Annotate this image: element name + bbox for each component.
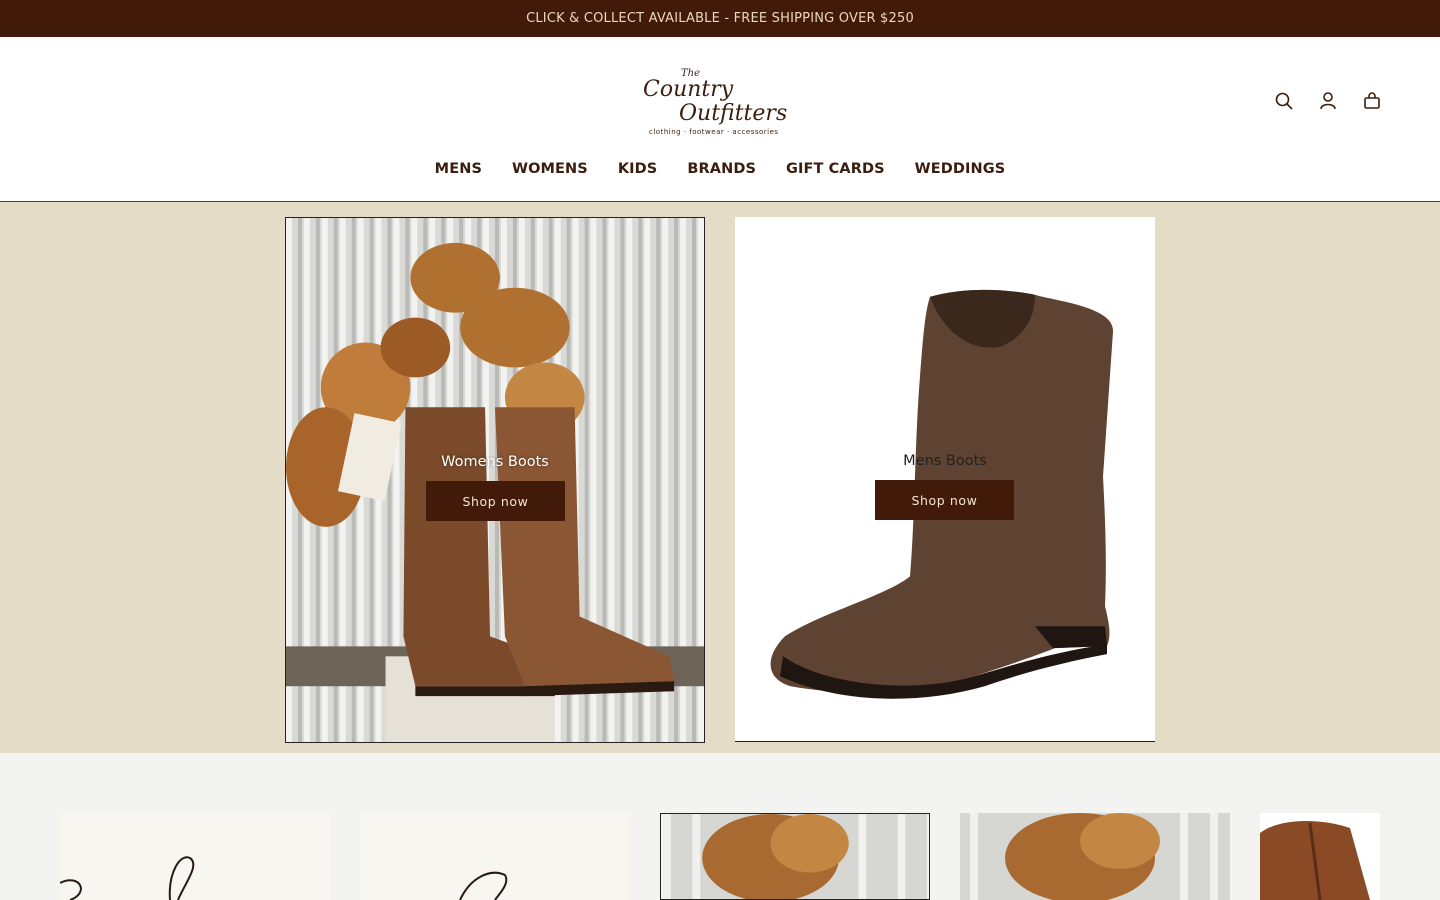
announcement-bar: CLICK & COLLECT AVAILABLE - FREE SHIPPIN… <box>0 0 1440 37</box>
product-image <box>663 814 927 899</box>
mens-shop-now-button[interactable]: Shop now <box>875 480 1014 520</box>
header-icons <box>1274 91 1382 111</box>
logo-line2: Outfitters <box>679 101 787 126</box>
site-header: The Country Outfitters clothing · footwe… <box>0 37 1440 202</box>
account-icon[interactable] <box>1318 91 1338 111</box>
logo-line1: Country <box>643 77 734 102</box>
product-thumb[interactable] <box>660 813 930 900</box>
product-strip <box>60 813 1440 900</box>
womens-boots-card[interactable]: Womens Boots Shop now <box>285 217 705 743</box>
mens-boots-image <box>735 217 1155 741</box>
nav-brands[interactable]: BRANDS <box>687 161 756 177</box>
nav-kids[interactable]: KIDS <box>618 161 658 177</box>
product-thumb[interactable] <box>60 813 330 900</box>
hero-section: Womens Boots Shop now Mens Boots Shop no… <box>0 202 1440 753</box>
announcement-text: CLICK & COLLECT AVAILABLE - FREE SHIPPIN… <box>526 11 914 26</box>
nav-mens[interactable]: MENS <box>435 161 482 177</box>
product-image <box>360 813 630 900</box>
mens-boots-card[interactable]: Mens Boots Shop now <box>735 217 1155 742</box>
search-icon[interactable] <box>1274 91 1294 111</box>
logo-graphic: The Country Outfitters clothing · footwe… <box>643 68 787 136</box>
womens-boots-title: Womens Boots <box>441 454 549 470</box>
mens-boots-title: Mens Boots <box>903 453 987 469</box>
nav-gift-cards[interactable]: GIFT CARDS <box>786 161 885 177</box>
nav-weddings[interactable]: WEDDINGS <box>915 161 1006 177</box>
product-thumb[interactable] <box>960 813 1230 900</box>
site-logo[interactable]: The Country Outfitters clothing · footwe… <box>641 64 801 138</box>
product-image <box>960 813 1230 900</box>
logo-tagline: clothing · footwear · accessories <box>649 128 779 136</box>
womens-boots-image <box>286 218 704 742</box>
cart-icon[interactable] <box>1362 91 1382 111</box>
main-nav: MENS WOMENS KIDS BRANDS GIFT CARDS WEDDI… <box>0 161 1440 177</box>
product-image <box>60 813 330 900</box>
nav-womens[interactable]: WOMENS <box>512 161 588 177</box>
womens-shop-now-button[interactable]: Shop now <box>426 481 565 521</box>
product-image <box>1260 813 1380 900</box>
product-thumb[interactable] <box>360 813 630 900</box>
product-thumb[interactable] <box>1260 813 1380 900</box>
